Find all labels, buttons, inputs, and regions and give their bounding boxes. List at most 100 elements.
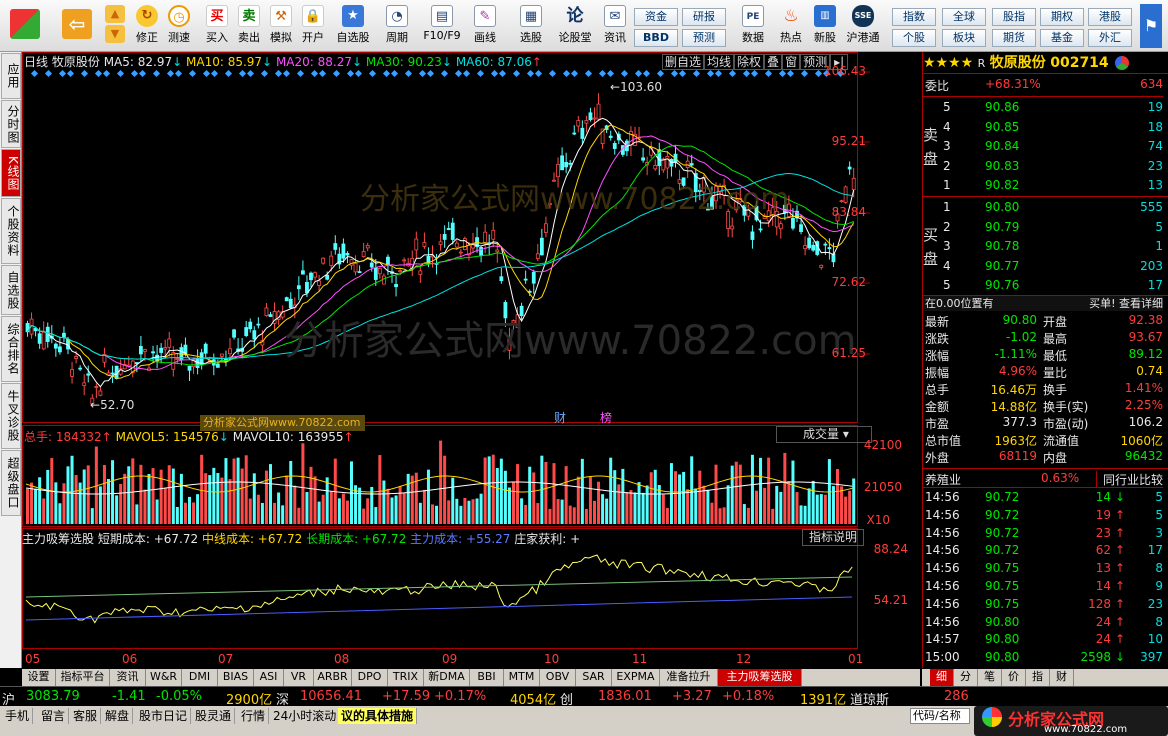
indicator-tab[interactable]: MTM xyxy=(504,669,540,686)
stock-select-button[interactable]: ▦ 选股 xyxy=(512,3,550,49)
indicator-tab[interactable]: BBI xyxy=(470,669,504,686)
tab-watchlist[interactable]: 自选股 xyxy=(1,265,21,315)
status-link[interactable]: 股市日记 xyxy=(136,708,192,724)
bbd-button[interactable]: BBD xyxy=(634,29,678,47)
page-up-button[interactable]: ▲ ▼ xyxy=(102,3,128,49)
buy-row[interactable]: 4 90.77 203 xyxy=(923,259,1163,276)
ranking-marker[interactable]: 榜 xyxy=(600,409,612,426)
period-button[interactable]: ◔ 周期 xyxy=(378,3,416,49)
indicator-tab[interactable]: W&R xyxy=(146,669,182,686)
indicator-tab[interactable]: TRIX xyxy=(388,669,424,686)
quote-tab[interactable]: 指 xyxy=(1026,669,1050,686)
status-link[interactable]: 留言 xyxy=(38,708,70,724)
futures-button[interactable]: 期货 xyxy=(992,29,1036,47)
indicator-tab[interactable]: ARBR xyxy=(314,669,352,686)
ipo-button[interactable]: ▥ 新股 xyxy=(806,3,844,49)
indicator-tab[interactable]: 新DMA xyxy=(424,669,470,686)
window-button[interactable]: 窗 xyxy=(782,54,801,70)
sell-row[interactable]: 2 90.83 23 xyxy=(923,159,1163,176)
finance-marker[interactable]: 财 xyxy=(554,409,566,426)
quote-tab[interactable]: 价 xyxy=(1002,669,1026,686)
quote-tab[interactable]: 笔 xyxy=(978,669,1002,686)
indicator-tab[interactable]: ASI xyxy=(254,669,284,686)
indicator-tab[interactable]: 准备拉升 xyxy=(660,669,718,686)
buy-row[interactable]: 2 90.79 5 xyxy=(923,220,1163,237)
sell-row[interactable]: 4 90.85 18 xyxy=(923,120,1163,137)
industry-name[interactable]: 养殖业 xyxy=(925,471,961,488)
indicator-tab[interactable]: DPO xyxy=(352,669,388,686)
sell-row[interactable]: 1 90.82 13 xyxy=(923,178,1163,195)
view-detail-link[interactable]: 买单! 查看详细 xyxy=(1089,296,1163,311)
tab-diagnosis[interactable]: 牛叉诊股 xyxy=(1,383,21,449)
buy-row[interactable]: 3 90.78 1 xyxy=(923,239,1163,256)
indicator-tab[interactable]: EXPMA xyxy=(612,669,660,686)
status-link[interactable]: 解盘 xyxy=(102,708,134,724)
research-button[interactable]: 研报 xyxy=(682,8,726,26)
tab-kline[interactable]: K线图 xyxy=(1,149,21,197)
sell-row[interactable]: 3 90.84 74 xyxy=(923,139,1163,156)
overlay-button[interactable]: 叠 xyxy=(764,54,783,70)
back-button[interactable]: ⇦ xyxy=(58,3,96,49)
sectors-button[interactable]: 板块 xyxy=(942,29,986,47)
open-account-button[interactable]: 🔒 开户 xyxy=(294,3,332,49)
tab-ranking[interactable]: 综合排名 xyxy=(1,316,21,382)
x-tick: 06 xyxy=(122,652,138,666)
indicator-explain-button[interactable]: 指标说明 xyxy=(802,529,864,546)
exright-button[interactable]: 除权 xyxy=(734,54,765,70)
indicator-tab[interactable]: VR xyxy=(284,669,314,686)
pin-icon[interactable]: ⚑ xyxy=(1140,4,1162,48)
indicator-select[interactable]: 成交量 ▾ xyxy=(776,426,872,443)
indicator-tab[interactable]: BIAS xyxy=(218,669,254,686)
buy-row[interactable]: 1 90.80 555 xyxy=(923,200,1163,217)
indicator-tab[interactable]: SAR xyxy=(576,669,612,686)
status-link[interactable]: 议的具体措施 xyxy=(338,708,418,724)
buy-row[interactable]: 5 90.76 17 xyxy=(923,278,1163,295)
funds2-button[interactable]: 基金 xyxy=(1040,29,1084,47)
indicator-tab[interactable]: 指标平台 xyxy=(56,669,110,686)
forecast-button[interactable]: 预测 xyxy=(682,29,726,47)
draw-line-button[interactable]: ✎ 画线 xyxy=(466,3,504,49)
status-link[interactable]: 行情 xyxy=(238,708,270,724)
indicator-tab[interactable]: DMI xyxy=(182,669,218,686)
watchlist-button[interactable]: ★ 自选股 xyxy=(332,3,374,49)
sell-row[interactable]: 5 90.86 19 xyxy=(923,100,1163,117)
forum-button[interactable]: 论论股堂 xyxy=(554,3,596,49)
status-link[interactable]: 手机 xyxy=(2,708,34,724)
industry-compare-button[interactable]: 同行业比较 xyxy=(1095,471,1163,488)
index-futures-button[interactable]: 股指 xyxy=(992,8,1036,26)
forex-button[interactable]: 外汇 xyxy=(1088,29,1132,47)
indicator-tab[interactable]: 资讯 xyxy=(110,669,146,686)
ma-button[interactable]: 均线 xyxy=(704,54,735,70)
hk-connect-button[interactable]: SSE 沪港通 xyxy=(842,3,884,49)
status-link[interactable]: 24小时滚动 xyxy=(270,708,341,724)
global-button[interactable]: 全球 xyxy=(942,8,986,26)
code-search-input[interactable]: 代码/名称 xyxy=(910,708,970,724)
app-logo-button[interactable] xyxy=(6,3,44,49)
indicator-tab[interactable]: OBV xyxy=(540,669,576,686)
hk-stocks-button[interactable]: 港股 xyxy=(1088,8,1132,26)
remove-watchlist-button[interactable]: 删自选 xyxy=(662,54,705,70)
tab-level2[interactable]: 超级盘口 xyxy=(1,450,21,516)
volume-bar xyxy=(787,481,791,524)
status-link[interactable]: 客服 xyxy=(70,708,102,724)
indicator-tab[interactable]: 主力吸筹选股 xyxy=(718,669,802,686)
quote-tab[interactable]: 财 xyxy=(1050,669,1074,686)
tab-profile[interactable]: 个股资料 xyxy=(1,198,21,264)
options-button[interactable]: 期权 xyxy=(1040,8,1084,26)
funds-button[interactable]: 资金 xyxy=(634,8,678,26)
tab-intraday[interactable]: 分时图 xyxy=(1,100,21,148)
index-button[interactable]: 指数 xyxy=(892,8,936,26)
indicator-tab[interactable]: 设置 xyxy=(22,669,56,686)
news-button[interactable]: ✉ 资讯 xyxy=(596,3,634,49)
status-link[interactable]: 股灵通 xyxy=(192,708,236,724)
quote-tab[interactable]: 分 xyxy=(954,669,978,686)
data-button[interactable]: PE 数据 xyxy=(734,3,772,49)
stocks-button[interactable]: 个股 xyxy=(892,29,936,47)
f10-button[interactable]: ▤ F10/F9 xyxy=(418,3,466,49)
kline-chart-area[interactable]: 日线 牧原股份 MA5: 82.97↓ MA10: 85.97↓ MA20: 8… xyxy=(22,52,920,668)
tab-apps[interactable]: 应用 xyxy=(1,53,21,99)
speedtest-button[interactable]: ◷ 测速 xyxy=(160,3,198,49)
quote-tab[interactable]: 细 xyxy=(930,669,954,686)
color-wheel-icon[interactable] xyxy=(1115,56,1130,70)
hotspot-button[interactable]: ♨ 热点 xyxy=(772,3,810,49)
